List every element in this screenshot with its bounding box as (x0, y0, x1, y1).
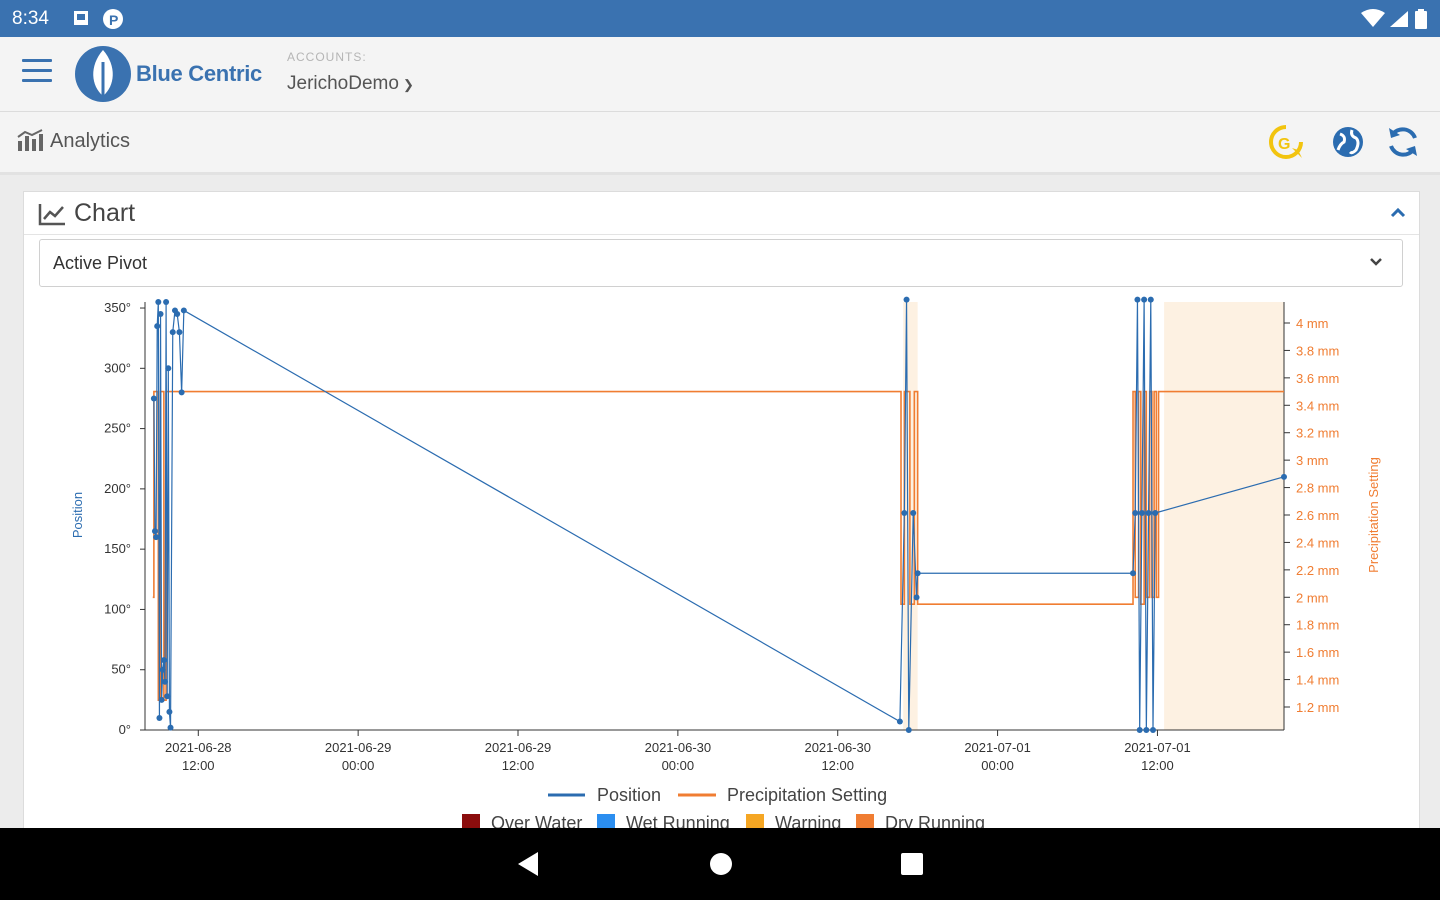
x-tick-time-label: 12:00 (182, 758, 215, 773)
position-point (1281, 473, 1287, 480)
y-right-tick-label: 3 mm (1296, 453, 1329, 468)
precipitation-series-line (152, 390, 1284, 701)
position-point (914, 570, 921, 577)
position-point (1143, 727, 1150, 733)
position-point (1136, 727, 1143, 733)
x-tick-date-label: 2021-06-28 (165, 740, 232, 755)
y-left-tick-label: 0° (119, 722, 131, 737)
position-point (896, 718, 903, 725)
position-point (150, 395, 157, 402)
position-point (164, 693, 171, 700)
position-point (1145, 509, 1152, 516)
y-left-tick-label: 200° (104, 481, 131, 496)
y-left-tick-label: 100° (104, 601, 131, 616)
status-legend-swatch (746, 814, 764, 828)
position-point (158, 696, 165, 703)
y-right-tick-label: 3.2 mm (1296, 426, 1339, 441)
y-left-tick-label: 150° (104, 541, 131, 556)
position-point (1141, 296, 1148, 303)
position-point (165, 365, 172, 372)
position-point (154, 323, 161, 330)
position-point (176, 329, 183, 336)
position-point (1130, 570, 1137, 577)
position-point (156, 714, 163, 721)
y-right-tick-label: 2.8 mm (1296, 481, 1339, 496)
status-legend-label: Warning (775, 813, 841, 828)
position-point (167, 724, 174, 731)
position-point (901, 509, 908, 516)
y-right-tick-label: 3.6 mm (1296, 371, 1339, 386)
position-point (910, 509, 917, 516)
recents-icon[interactable] (898, 850, 926, 878)
status-legend-swatch (462, 814, 480, 828)
x-tick-time-label: 00:00 (662, 758, 695, 773)
legend-position-label: Position (597, 785, 661, 805)
position-point (903, 296, 910, 303)
position-point (1152, 509, 1159, 516)
y-left-axis-title: Position (70, 492, 85, 538)
y-left-tick-label: 350° (104, 300, 131, 315)
android-nav-bar (0, 828, 1440, 900)
position-point (1134, 296, 1141, 303)
position-point (155, 299, 162, 305)
x-tick-time-label: 00:00 (981, 758, 1014, 773)
position-point (161, 678, 168, 685)
y-right-tick-label: 1.4 mm (1296, 673, 1339, 688)
status-legend-swatch (856, 814, 874, 828)
status-legend-swatch (597, 814, 615, 828)
position-point (905, 727, 912, 733)
x-tick-date-label: 2021-06-30 (645, 740, 712, 755)
position-point (178, 389, 185, 396)
y-right-tick-label: 3.4 mm (1296, 398, 1339, 413)
y-right-tick-label: 3.8 mm (1296, 343, 1339, 358)
home-icon[interactable] (707, 850, 735, 878)
position-point (180, 307, 187, 314)
position-point (913, 594, 920, 601)
position-point (1132, 509, 1139, 516)
y-right-tick-label: 2.2 mm (1296, 563, 1339, 578)
position-point (159, 666, 166, 673)
status-legend-label: Over Water (491, 813, 582, 828)
x-tick-date-label: 2021-06-30 (804, 740, 871, 755)
status-legend-label: Wet Running (626, 813, 730, 828)
y-left-tick-label: 300° (104, 360, 131, 375)
y-right-tick-label: 1.2 mm (1296, 700, 1339, 715)
y-right-tick-label: 2.4 mm (1296, 535, 1339, 550)
y-left-tick-label: 250° (104, 421, 131, 436)
x-tick-time-label: 12:00 (1141, 758, 1174, 773)
position-point (151, 528, 158, 535)
x-tick-time-label: 12:00 (502, 758, 535, 773)
position-point (153, 534, 160, 541)
position-precipitation-chart: 0° 50° 100° 150° 200° 250° 300° 350° Position 1.2… (70, 296, 1381, 828)
position-point (160, 657, 167, 664)
position-series-line (153, 299, 1285, 731)
position-point (174, 311, 181, 318)
x-tick-date-label: 2021-06-29 (485, 740, 552, 755)
position-point (1150, 727, 1157, 733)
y-right-tick-label: 4 mm (1296, 316, 1329, 331)
x-tick-date-label: 2021-07-01 (964, 740, 1031, 755)
x-tick-time-label: 12:00 (821, 758, 854, 773)
y-right-tick-label: 2 mm (1296, 590, 1329, 605)
status-legend-label: Dry Running (885, 813, 985, 828)
position-point (169, 329, 176, 336)
back-icon[interactable] (514, 850, 542, 878)
y-left-tick-label: 50° (111, 662, 131, 677)
y-right-axis-title: Precipitation Setting (1366, 457, 1381, 573)
status-shade-1 (1164, 302, 1284, 730)
position-point (166, 708, 173, 715)
position-point (163, 299, 170, 305)
position-point (157, 311, 164, 318)
position-point (1147, 296, 1154, 303)
position-point (1138, 509, 1145, 516)
legend-precip-label: Precipitation Setting (727, 785, 887, 805)
x-tick-date-label: 2021-07-01 (1124, 740, 1191, 755)
y-right-tick-label: 2.6 mm (1296, 508, 1339, 523)
x-tick-date-label: 2021-06-29 (325, 740, 392, 755)
y-right-tick-label: 1.6 mm (1296, 645, 1339, 660)
x-tick-time-label: 00:00 (342, 758, 375, 773)
y-right-tick-label: 1.8 mm (1296, 618, 1339, 633)
